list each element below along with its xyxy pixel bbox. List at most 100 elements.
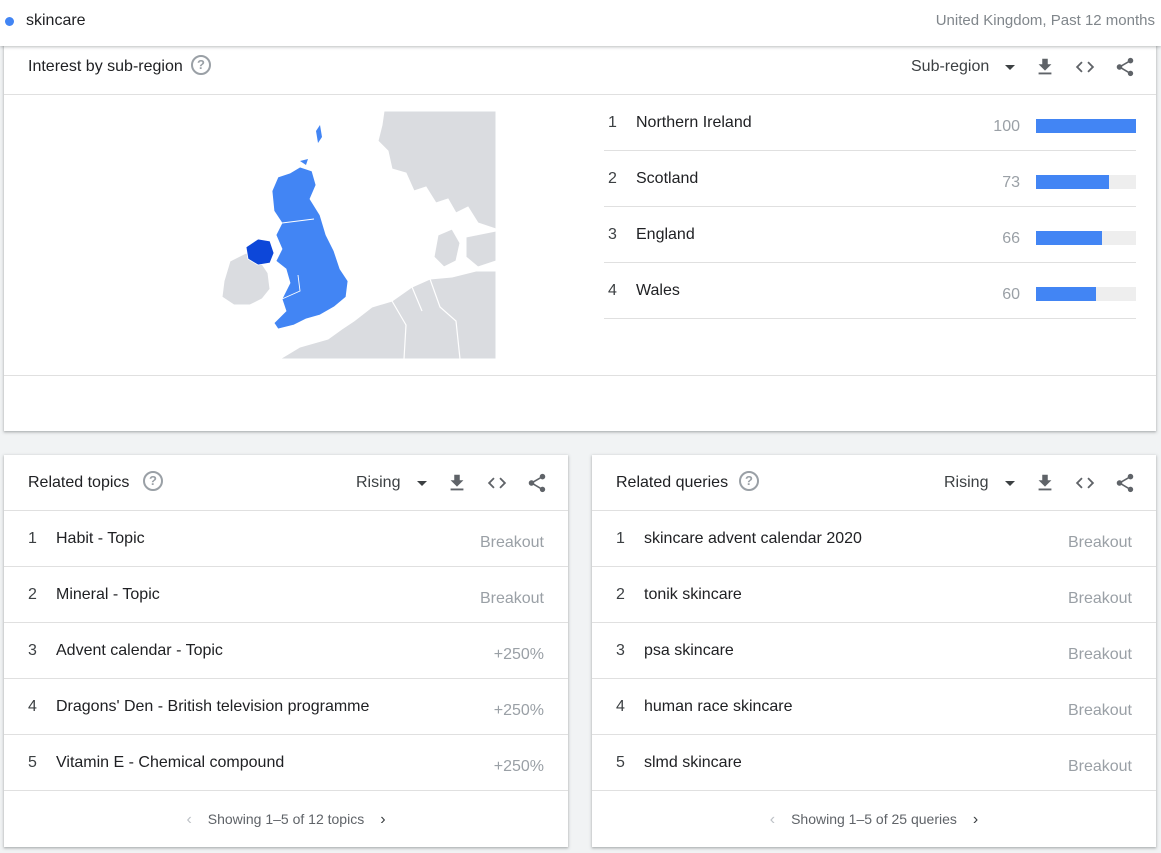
topic-label[interactable]: Advent calendar - Topic (56, 642, 223, 660)
help-circle-icon[interactable]: ? (191, 55, 211, 75)
related-queries-card: Related queries ? Rising 1 skincare adve… (592, 455, 1156, 847)
topic-value: Breakout (479, 534, 544, 551)
region-name[interactable]: Scotland (636, 170, 698, 188)
topic-rank: 5 (28, 754, 37, 771)
region-bar (1036, 175, 1109, 189)
queries-pager: ‹ Showing 1–5 of 25 queries › (592, 811, 1156, 829)
query-row[interactable]: 3 psa skincare Breakout (592, 623, 1156, 679)
region-name[interactable]: Northern Ireland (636, 114, 752, 132)
topic-rank: 2 (28, 586, 37, 603)
caret-down-icon[interactable] (1005, 65, 1015, 70)
help-circle-icon[interactable]: ? (143, 471, 163, 491)
query-row[interactable]: 5 slmd skincare Breakout (592, 735, 1156, 791)
region-name[interactable]: England (636, 226, 695, 244)
query-label[interactable]: skincare advent calendar 2020 (644, 530, 862, 548)
region-rank: 1 (608, 114, 617, 131)
topic-value: +250% (493, 758, 544, 775)
query-rank: 3 (616, 642, 625, 659)
embed-code-icon[interactable] (1074, 472, 1096, 494)
caret-down-icon[interactable] (1005, 481, 1015, 486)
region-row[interactable]: 3 England 66 (604, 207, 1136, 263)
topic-value: Breakout (479, 590, 544, 607)
share-icon[interactable] (526, 472, 548, 494)
query-rank: 4 (616, 698, 625, 715)
pager-label: Showing 1–5 of 25 queries (791, 811, 957, 827)
query-label[interactable]: psa skincare (644, 642, 734, 660)
region-row[interactable]: 4 Wales 60 (604, 263, 1136, 319)
query-value: Breakout (1067, 702, 1132, 719)
share-icon[interactable] (1114, 56, 1136, 78)
topic-label[interactable]: Habit - Topic (56, 530, 145, 548)
region-value: 100 (993, 118, 1020, 135)
download-icon[interactable] (446, 472, 468, 494)
topic-rank: 4 (28, 698, 37, 715)
region-value: 66 (1002, 230, 1020, 247)
region-value: 60 (1002, 286, 1020, 303)
filter-dropdown[interactable]: Rising (944, 474, 988, 492)
region-name[interactable]: Wales (636, 282, 680, 300)
download-icon[interactable] (1034, 56, 1056, 78)
region-row[interactable]: 1 Northern Ireland 100 (604, 95, 1136, 151)
region-bar-track (1036, 231, 1136, 245)
caret-down-icon[interactable] (417, 481, 427, 486)
region-row[interactable]: 2 Scotland 73 (604, 151, 1136, 207)
card-title: Related topics (28, 474, 130, 491)
query-value: Breakout (1067, 758, 1132, 775)
topic-rank: 3 (28, 642, 37, 659)
region-bar (1036, 119, 1136, 133)
topics-pager: ‹ Showing 1–5 of 12 topics › (4, 811, 568, 829)
resolution-dropdown[interactable]: Sub-region (911, 58, 989, 76)
filter-dropdown[interactable]: Rising (356, 474, 400, 492)
query-label[interactable]: human race skincare (644, 698, 793, 716)
card-title: Related queries (616, 474, 729, 491)
query-rank: 5 (616, 754, 625, 771)
interest-by-region-card: Interest by sub-region ? Sub-region 1 No… (4, 40, 1156, 431)
share-icon[interactable] (1114, 472, 1136, 494)
card-title: Interest by sub-region (28, 58, 183, 75)
query-rank: 1 (616, 530, 625, 547)
topic-row[interactable]: 1 Habit - Topic Breakout (4, 511, 568, 567)
sub-region-map[interactable] (216, 111, 496, 359)
region-value: 73 (1002, 174, 1020, 191)
region-bar-track (1036, 119, 1136, 133)
search-term-bar: skincare United Kingdom, Past 12 months (0, 0, 1161, 46)
card-footer-divider (4, 375, 1156, 376)
topic-row[interactable]: 4 Dragons' Den - British television prog… (4, 679, 568, 735)
pager-label: Showing 1–5 of 12 topics (207, 811, 365, 827)
query-rank: 2 (616, 586, 625, 603)
chevron-right-icon[interactable]: › (380, 811, 385, 829)
search-term-label[interactable]: skincare (26, 12, 86, 30)
topic-row[interactable]: 3 Advent calendar - Topic +250% (4, 623, 568, 679)
topic-row[interactable]: 2 Mineral - Topic Breakout (4, 567, 568, 623)
query-value: Breakout (1067, 534, 1132, 551)
region-bar-track (1036, 175, 1136, 189)
query-label[interactable]: tonik skincare (644, 586, 742, 604)
query-row[interactable]: 4 human race skincare Breakout (592, 679, 1156, 735)
chevron-left-icon[interactable]: ‹ (186, 811, 191, 829)
topic-label[interactable]: Vitamin E - Chemical compound (56, 754, 284, 772)
query-row[interactable]: 1 skincare advent calendar 2020 Breakout (592, 511, 1156, 567)
region-bar (1036, 287, 1096, 301)
region-bar-track (1036, 287, 1136, 301)
query-label[interactable]: slmd skincare (644, 754, 742, 772)
query-value: Breakout (1067, 646, 1132, 663)
topic-value: +250% (493, 646, 544, 663)
search-scope-label: United Kingdom, Past 12 months (935, 12, 1155, 29)
term-color-dot (5, 17, 14, 26)
topic-row[interactable]: 5 Vitamin E - Chemical compound +250% (4, 735, 568, 791)
chevron-right-icon[interactable]: › (973, 811, 978, 829)
topic-label[interactable]: Mineral - Topic (56, 586, 160, 604)
region-rank: 2 (608, 170, 617, 187)
related-topics-card: Related topics ? Rising 1 Habit - Topic … (4, 455, 568, 847)
query-row[interactable]: 2 tonik skincare Breakout (592, 567, 1156, 623)
query-value: Breakout (1067, 590, 1132, 607)
region-rank: 3 (608, 226, 617, 243)
help-circle-icon[interactable]: ? (739, 471, 759, 491)
topic-label[interactable]: Dragons' Den - British television progra… (56, 698, 369, 716)
download-icon[interactable] (1034, 472, 1056, 494)
chevron-left-icon[interactable]: ‹ (770, 811, 775, 829)
topic-value: +250% (493, 702, 544, 719)
embed-code-icon[interactable] (1074, 56, 1096, 78)
embed-code-icon[interactable] (486, 472, 508, 494)
region-rank: 4 (608, 282, 617, 299)
